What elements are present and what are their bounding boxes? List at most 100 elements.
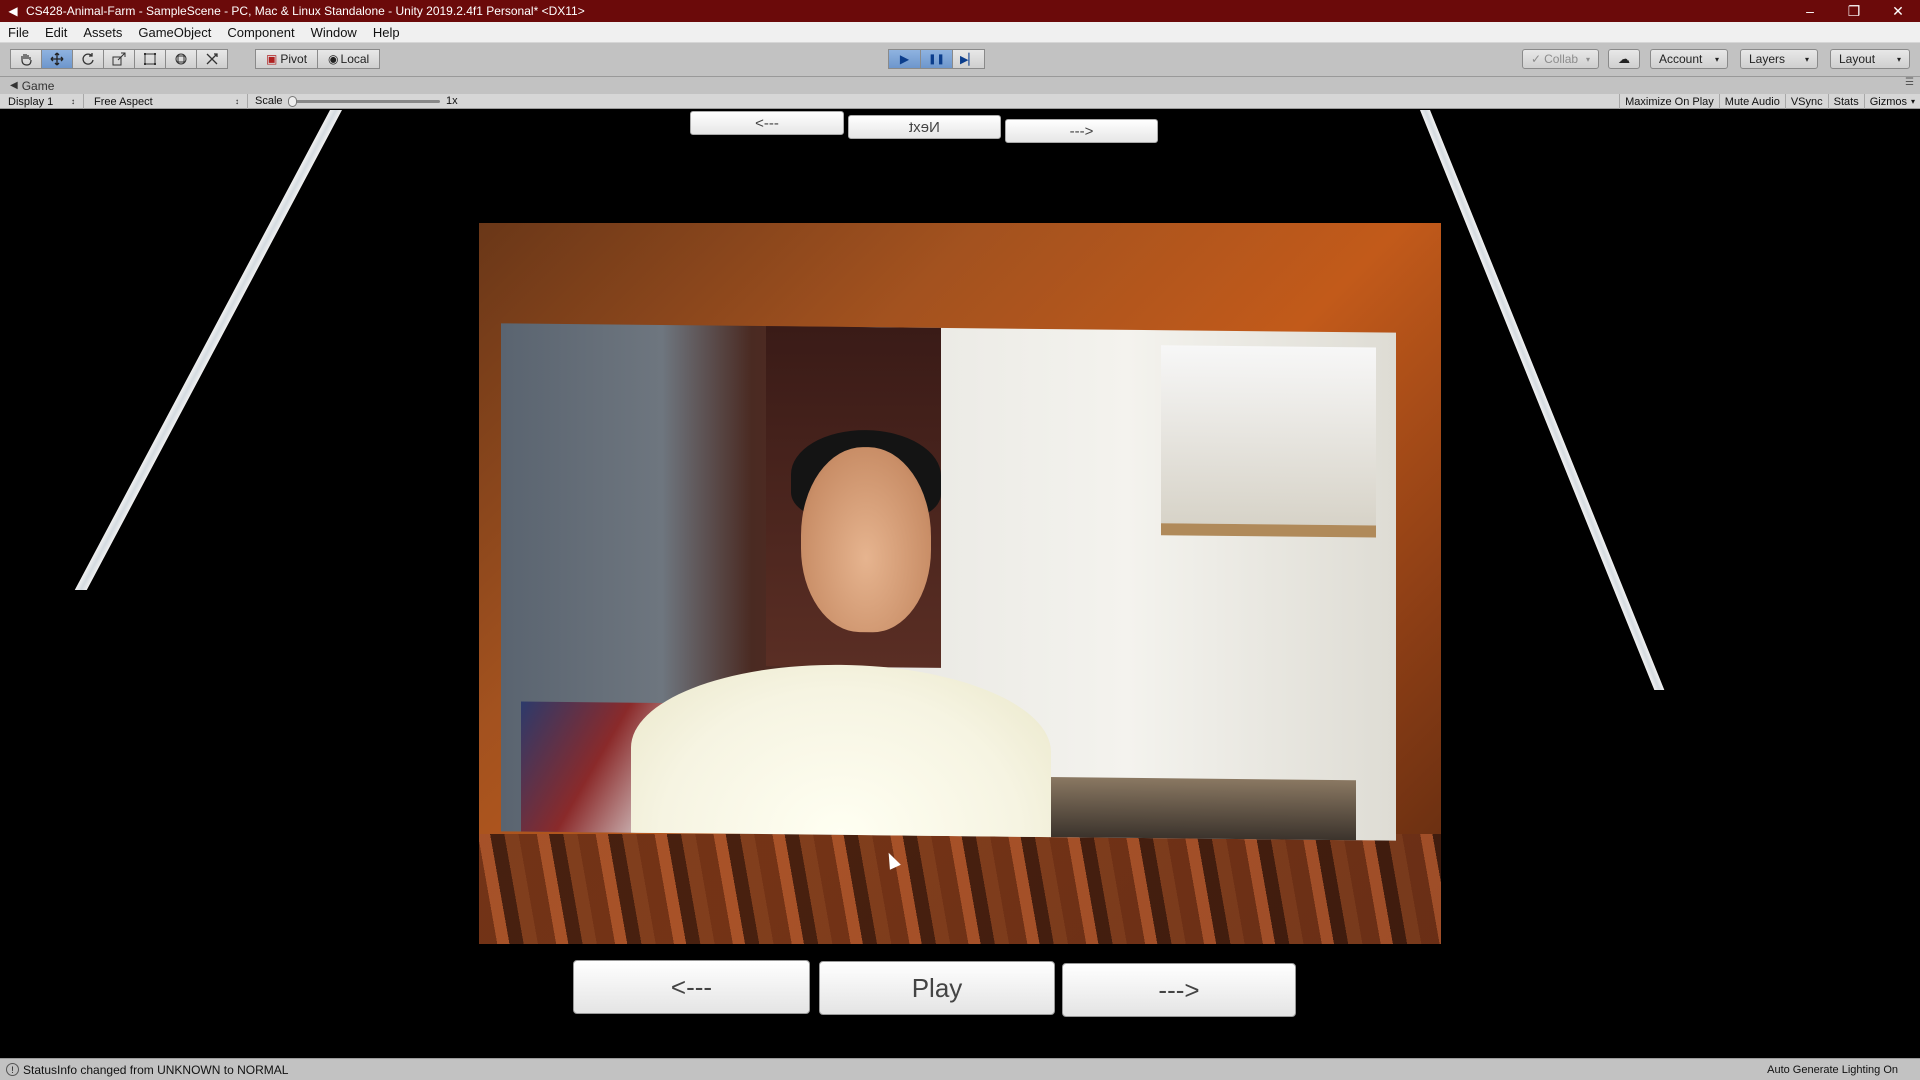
chevron-down-icon: ▾ — [1896, 54, 1901, 64]
game-view-toolbar: Display 1 ↕ Free Aspect ↕ Scale 1x Maxim… — [0, 94, 1920, 109]
vsync-toggle[interactable]: VSync — [1784, 94, 1828, 109]
menu-gameobject[interactable]: GameObject — [130, 25, 219, 40]
panel-menu-icon[interactable]: ☰ — [1905, 77, 1914, 88]
game-view[interactable]: <--- Next ---> <--- Play ---> — [0, 110, 1920, 1058]
menu-component[interactable]: Component — [219, 25, 302, 40]
scale-label: Scale — [255, 95, 283, 107]
play-scene-button[interactable]: Play — [819, 961, 1055, 1015]
rect-tool-button[interactable] — [134, 49, 166, 69]
lighting-status: Auto Generate Lighting On — [1767, 1064, 1898, 1076]
custom-tool-icon — [206, 53, 218, 65]
chevron-down-icon: ▾ — [1804, 54, 1809, 64]
person-body — [631, 662, 1051, 838]
menu-bar: File Edit Assets GameObject Component Wi… — [0, 22, 1920, 43]
top-next-label: Next — [909, 118, 940, 136]
top-prev-button[interactable]: <--- — [690, 111, 844, 135]
prev-label: <--- — [670, 971, 713, 1002]
mute-audio-toggle[interactable]: Mute Audio — [1718, 94, 1785, 109]
local-label: Local — [340, 52, 370, 66]
tab-game-label: Game — [21, 78, 55, 93]
cloud-icon: ☁ — [1618, 52, 1630, 66]
move-tool-button[interactable] — [41, 49, 73, 69]
hand-icon — [21, 54, 32, 66]
custom-tool-button[interactable] — [196, 49, 228, 69]
minimize-button[interactable]: – — [1788, 0, 1832, 22]
room-shelf — [1161, 345, 1376, 538]
aspect-label: Free Aspect — [94, 95, 153, 108]
transform-tools — [10, 49, 228, 69]
account-dropdown[interactable]: Account ▾ — [1650, 49, 1728, 69]
pause-icon: ❚❚ — [928, 53, 945, 65]
top-prev-label: <--- — [755, 114, 779, 132]
chevron-down-icon: ▾ — [1714, 54, 1719, 64]
next-button[interactable]: ---> — [1062, 963, 1296, 1017]
layout-label: Layout — [1839, 52, 1876, 66]
left-wall-strip — [74, 110, 342, 590]
scale-icon — [112, 52, 126, 66]
maximize-on-play-toggle[interactable]: Maximize On Play — [1619, 94, 1719, 109]
right-wall-strip — [1420, 110, 1665, 690]
collab-label: Collab — [1544, 52, 1579, 66]
layers-label: Layers — [1749, 52, 1786, 66]
main-toolbar: ▣ Pivot ◉ Local ▶ ❚❚ ▶▏ ✓ Collab ▾ ☁ Acc… — [0, 43, 1920, 77]
webcam-video-frame — [479, 223, 1441, 944]
menu-edit[interactable]: Edit — [37, 25, 75, 40]
menu-help[interactable]: Help — [365, 25, 408, 40]
layers-dropdown[interactable]: Layers ▾ — [1740, 49, 1818, 69]
menu-assets[interactable]: Assets — [75, 25, 130, 40]
top-forward-button[interactable]: ---> — [1005, 119, 1158, 143]
pivot-icon: ▣ — [266, 52, 278, 66]
display-label: Display 1 — [8, 95, 54, 108]
move-icon — [50, 52, 64, 66]
prev-button[interactable]: <--- — [573, 960, 810, 1014]
check-icon: ✓ — [1531, 52, 1542, 66]
collab-dropdown[interactable]: ✓ Collab ▾ — [1522, 49, 1599, 69]
local-icon: ◉ — [328, 52, 339, 66]
restore-button[interactable]: ❐ — [1832, 0, 1876, 22]
scale-tool-button[interactable] — [103, 49, 135, 69]
transform-icon — [175, 53, 187, 65]
display-dropdown[interactable]: Display 1 ↕ — [0, 94, 84, 109]
step-button[interactable]: ▶▏ — [952, 49, 985, 69]
close-button[interactable]: ✕ — [1876, 0, 1920, 22]
pause-button[interactable]: ❚❚ — [920, 49, 953, 69]
hand-tool-button[interactable] — [10, 49, 42, 69]
cloud-button[interactable]: ☁ — [1608, 49, 1640, 69]
play-label: Play — [911, 972, 963, 1003]
menu-file[interactable]: File — [0, 25, 37, 40]
game-panel-tab-bar: ◀ Game ☰ — [0, 77, 1920, 94]
layout-dropdown[interactable]: Layout ▾ — [1830, 49, 1910, 69]
stats-toggle[interactable]: Stats — [1827, 94, 1864, 109]
account-label: Account — [1659, 52, 1703, 66]
game-controller-icon: ◀ — [10, 80, 18, 91]
playback-controls: ▶ ❚❚ ▶▏ — [888, 49, 985, 69]
rotate-icon — [82, 53, 94, 65]
person-head — [801, 446, 931, 633]
floor-rug — [479, 834, 1441, 944]
info-icon: ! — [6, 1063, 19, 1076]
scale-slider-thumb[interactable] — [288, 96, 297, 107]
local-toggle[interactable]: ◉ Local — [317, 49, 381, 69]
play-icon: ▶ — [899, 52, 910, 66]
gizmos-label: Gizmos — [1869, 95, 1907, 108]
aspect-dropdown[interactable]: Free Aspect ↕ — [86, 94, 248, 109]
rotate-tool-button[interactable] — [72, 49, 104, 69]
play-button[interactable]: ▶ — [888, 49, 921, 69]
chevron-updown-icon: ↕ — [235, 97, 239, 106]
gizmos-dropdown[interactable]: Gizmos ▾ — [1863, 94, 1920, 109]
room-desk — [1036, 776, 1356, 841]
scale-slider-track[interactable] — [290, 100, 440, 103]
chevron-down-icon: ▾ — [1585, 54, 1590, 64]
transform-tool-button[interactable] — [165, 49, 197, 69]
next-label: ---> — [1158, 974, 1200, 1005]
pivot-toggle[interactable]: ▣ Pivot — [255, 49, 319, 69]
webcam-feed-screen — [501, 323, 1396, 841]
menu-window[interactable]: Window — [303, 25, 365, 40]
pivot-label: Pivot — [280, 52, 308, 66]
status-message[interactable]: StatusInfo changed from UNKNOWN to NORMA… — [23, 1063, 288, 1077]
tab-game[interactable]: ◀ Game — [10, 79, 54, 93]
rect-icon — [144, 53, 156, 65]
top-forward-label: ---> — [1069, 122, 1094, 140]
step-icon: ▶▏ — [960, 53, 977, 66]
top-next-button[interactable]: Next — [848, 115, 1001, 139]
